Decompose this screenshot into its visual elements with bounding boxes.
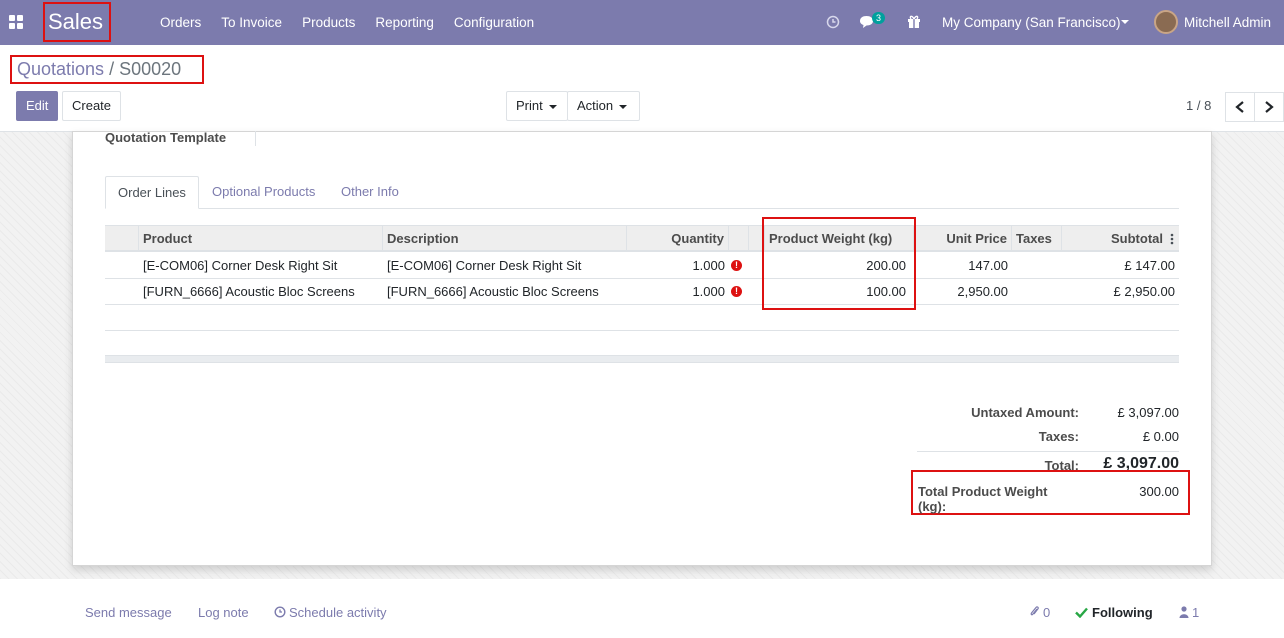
company-switcher[interactable]: My Company (San Francisco): [942, 0, 1121, 45]
untaxed-amount-value: £ 3,097.00: [1117, 405, 1179, 420]
pager-value[interactable]: 1 / 8: [1186, 98, 1211, 113]
table-header: Product Description Quantity Product Wei…: [105, 225, 1179, 252]
messages-count-badge: 3: [872, 12, 886, 24]
create-button[interactable]: Create: [62, 91, 121, 121]
following-button[interactable]: Following: [1092, 605, 1153, 620]
breadcrumb-quotations[interactable]: Quotations: [17, 59, 104, 79]
clock-icon: [274, 606, 286, 618]
gift-icon[interactable]: [907, 14, 921, 29]
table-footer: [105, 355, 1179, 363]
main-menu: Orders To Invoice Products Reporting Con…: [160, 0, 554, 45]
pager-next-button[interactable]: [1254, 92, 1284, 122]
menu-to-invoice[interactable]: To Invoice: [221, 0, 282, 45]
line-product: [E-COM06] Corner Desk Right Sit: [143, 258, 338, 273]
app-brand[interactable]: Sales: [43, 2, 111, 42]
column-subtotal[interactable]: Subtotal: [1062, 226, 1167, 251]
line-description: [FURN_6666] Acoustic Bloc Screens: [387, 284, 599, 299]
top-navbar: Sales Orders To Invoice Products Reporti…: [0, 0, 1284, 45]
user-icon: [1179, 606, 1189, 618]
availability-warning-icon[interactable]: !: [731, 286, 742, 297]
tab-order-lines[interactable]: Order Lines: [105, 176, 199, 209]
attachments-count[interactable]: 0: [1043, 605, 1050, 620]
pager-previous-button[interactable]: [1225, 92, 1255, 122]
total-weight-value: 300.00: [1139, 484, 1179, 499]
untaxed-amount-label: Untaxed Amount:: [971, 405, 1079, 420]
print-label: Print: [516, 98, 543, 113]
line-quantity: 1.000: [692, 284, 725, 299]
totals-divider: [917, 451, 1179, 452]
apps-menu-icon[interactable]: [9, 15, 23, 29]
column-quantity[interactable]: Quantity: [627, 226, 729, 251]
send-message-button[interactable]: Send message: [85, 605, 172, 620]
line-subtotal: £ 2,950.00: [1113, 284, 1175, 299]
table-row[interactable]: [FURN_6666] Acoustic Bloc Screens [FURN_…: [105, 279, 1179, 305]
table-row[interactable]: [E-COM06] Corner Desk Right Sit [E-COM06…: [105, 253, 1179, 279]
empty-row: [105, 305, 1179, 331]
taxes-label: Taxes:: [1038, 429, 1079, 444]
edit-button[interactable]: Edit: [16, 91, 58, 121]
paperclip-icon: [1030, 606, 1039, 616]
line-description: [E-COM06] Corner Desk Right Sit: [387, 258, 582, 273]
weight-column-highlight: [762, 217, 916, 310]
total-weight-label: Total Product Weight (kg):: [918, 484, 1048, 514]
menu-products[interactable]: Products: [302, 0, 355, 45]
chevron-left-icon: [1235, 101, 1244, 113]
line-unit-price: 2,950.00: [957, 284, 1008, 299]
handle-column-header: [105, 226, 139, 251]
line-taxes: [1012, 253, 1062, 278]
optional-columns-icon[interactable]: [1170, 233, 1174, 245]
breadcrumb-current: S00020: [119, 59, 182, 79]
user-avatar[interactable]: [1154, 10, 1178, 34]
column-warning: [729, 226, 749, 251]
caret-down-icon: [548, 104, 557, 109]
chevron-right-icon: [1265, 101, 1274, 113]
line-subtotal: £ 147.00: [1124, 258, 1175, 273]
company-dropdown-icon[interactable]: [1121, 20, 1129, 24]
user-menu[interactable]: Mitchell Admin: [1184, 0, 1271, 45]
schedule-activity-button[interactable]: Schedule activity: [289, 605, 387, 620]
column-taxes[interactable]: Taxes: [1012, 226, 1062, 251]
tab-optional-products[interactable]: Optional Products: [200, 176, 327, 209]
availability-warning-icon[interactable]: !: [731, 260, 742, 271]
quotation-template-label: Quotation Template: [105, 130, 227, 145]
menu-configuration[interactable]: Configuration: [454, 0, 534, 45]
menu-orders[interactable]: Orders: [160, 0, 201, 45]
line-product: [FURN_6666] Acoustic Bloc Screens: [143, 284, 355, 299]
followers-count[interactable]: 1: [1192, 605, 1199, 620]
check-icon: [1075, 607, 1088, 618]
taxes-value: £ 0.00: [1142, 429, 1179, 444]
menu-reporting[interactable]: Reporting: [375, 0, 434, 45]
caret-down-icon: [619, 104, 628, 109]
print-button[interactable]: Print: [506, 91, 568, 121]
activity-clock-icon[interactable]: [826, 15, 840, 29]
column-description[interactable]: Description: [383, 226, 627, 251]
breadcrumb: Quotations / S00020: [10, 55, 204, 84]
line-quantity: 1.000: [692, 258, 725, 273]
log-note-button[interactable]: Log note: [198, 605, 249, 620]
tab-other-info[interactable]: Other Info: [329, 176, 411, 209]
line-taxes: [1012, 279, 1062, 304]
line-unit-price: 147.00: [968, 258, 1008, 273]
column-unit-price[interactable]: Unit Price: [914, 226, 1012, 251]
breadcrumb-separator: /: [109, 59, 115, 79]
action-label: Action: [577, 98, 614, 113]
column-product[interactable]: Product: [139, 226, 383, 251]
action-button[interactable]: Action: [567, 91, 640, 121]
notebook-tabs: Order Lines Optional Products Other Info: [105, 176, 1179, 209]
field-divider: [255, 131, 256, 146]
